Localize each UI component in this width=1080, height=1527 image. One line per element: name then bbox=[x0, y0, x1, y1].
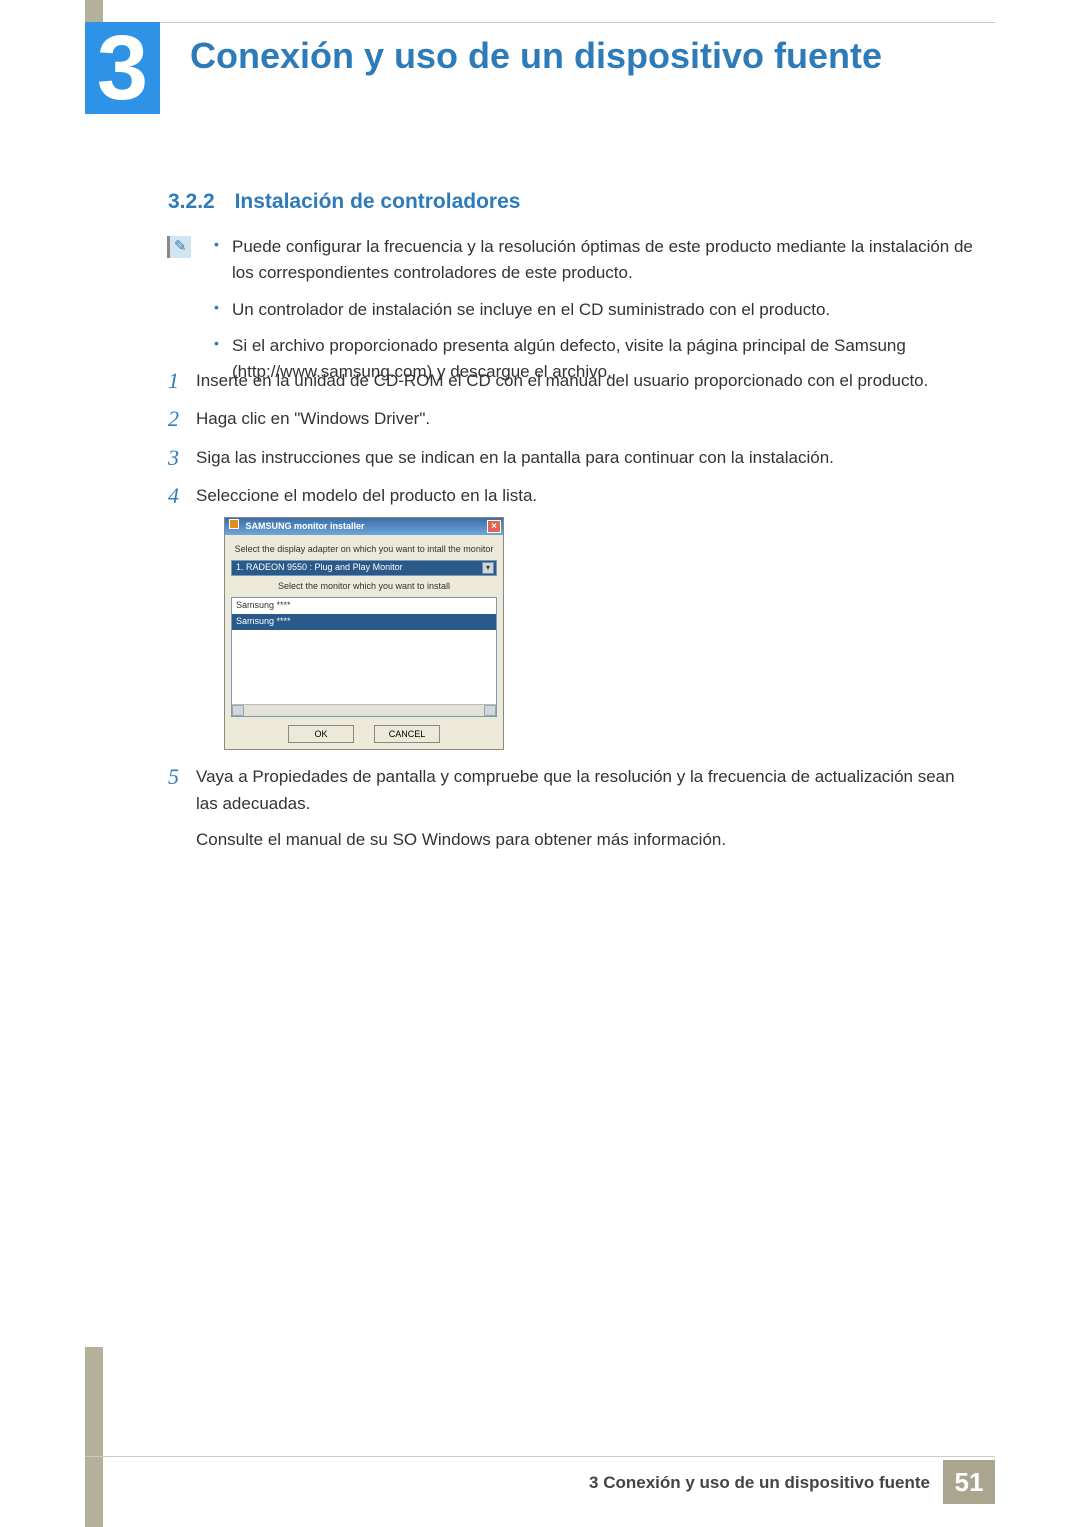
list-item[interactable]: Samsung **** bbox=[232, 614, 496, 630]
note-item: Un controlador de instalación se incluye… bbox=[232, 297, 975, 323]
footer-rule bbox=[85, 1456, 995, 1457]
adapter-value: 1. RADEON 9550 : Plug and Play Monitor bbox=[236, 561, 403, 575]
chevron-down-icon[interactable]: ▾ bbox=[482, 562, 494, 574]
monitor-listbox[interactable]: Samsung **** Samsung **** bbox=[231, 597, 497, 717]
steps-list: 1 Inserte en la unidad de CD-ROM el CD c… bbox=[168, 368, 975, 865]
step-number: 3 bbox=[168, 441, 179, 475]
step-number: 2 bbox=[168, 402, 179, 436]
step-number: 5 bbox=[168, 760, 179, 794]
section-heading: 3.2.2 Instalación de controladores bbox=[168, 190, 520, 214]
step-text: Vaya a Propiedades de pantalla y comprue… bbox=[196, 767, 955, 812]
step-3: 3 Siga las instrucciones que se indican … bbox=[168, 445, 975, 471]
footer-chapter-text: 3 Conexión y uso de un dispositivo fuent… bbox=[589, 1473, 930, 1493]
note-item: Puede configurar la frecuencia y la reso… bbox=[232, 234, 975, 287]
step-5: 5 Vaya a Propiedades de pantalla y compr… bbox=[168, 764, 975, 853]
adapter-dropdown[interactable]: 1. RADEON 9550 : Plug and Play Monitor ▾ bbox=[231, 560, 497, 576]
ok-button[interactable]: OK bbox=[288, 725, 354, 743]
step-text: Haga clic en "Windows Driver". bbox=[196, 409, 430, 428]
installer-dialog: SAMSUNG monitor installer × Select the d… bbox=[224, 517, 504, 750]
step-text: Siga las instrucciones que se indican en… bbox=[196, 448, 834, 467]
dialog-adapter-label: Select the display adapter on which you … bbox=[231, 543, 497, 557]
dialog-monitor-label: Select the monitor which you want to ins… bbox=[231, 580, 497, 594]
chapter-number-badge: 3 bbox=[85, 22, 160, 114]
chapter-title: Conexión y uso de un dispositivo fuente bbox=[190, 35, 882, 77]
cancel-button[interactable]: CANCEL bbox=[374, 725, 440, 743]
samsung-logo-icon bbox=[229, 519, 239, 529]
dialog-title: SAMSUNG monitor installer bbox=[246, 521, 365, 531]
list-item[interactable]: Samsung **** bbox=[232, 598, 496, 614]
section-number: 3.2.2 bbox=[168, 190, 215, 213]
header-rule bbox=[85, 22, 995, 23]
step-text: Seleccione el modelo del producto en la … bbox=[196, 486, 537, 505]
step-number: 4 bbox=[168, 479, 179, 513]
dialog-titlebar: SAMSUNG monitor installer × bbox=[225, 518, 503, 535]
step-extra-text: Consulte el manual de su SO Windows para… bbox=[196, 830, 726, 849]
step-number: 1 bbox=[168, 364, 179, 398]
step-2: 2 Haga clic en "Windows Driver". bbox=[168, 406, 975, 432]
step-4: 4 Seleccione el modelo del producto en l… bbox=[168, 483, 975, 750]
side-stripe-bottom bbox=[85, 1347, 103, 1527]
page-number-badge: 51 bbox=[943, 1460, 995, 1504]
section-title: Instalación de controladores bbox=[235, 190, 521, 213]
step-1: 1 Inserte en la unidad de CD-ROM el CD c… bbox=[168, 368, 975, 394]
note-icon bbox=[167, 236, 191, 258]
step-text: Inserte en la unidad de CD-ROM el CD con… bbox=[196, 371, 928, 390]
close-icon[interactable]: × bbox=[487, 520, 501, 533]
horizontal-scrollbar[interactable] bbox=[232, 704, 496, 716]
